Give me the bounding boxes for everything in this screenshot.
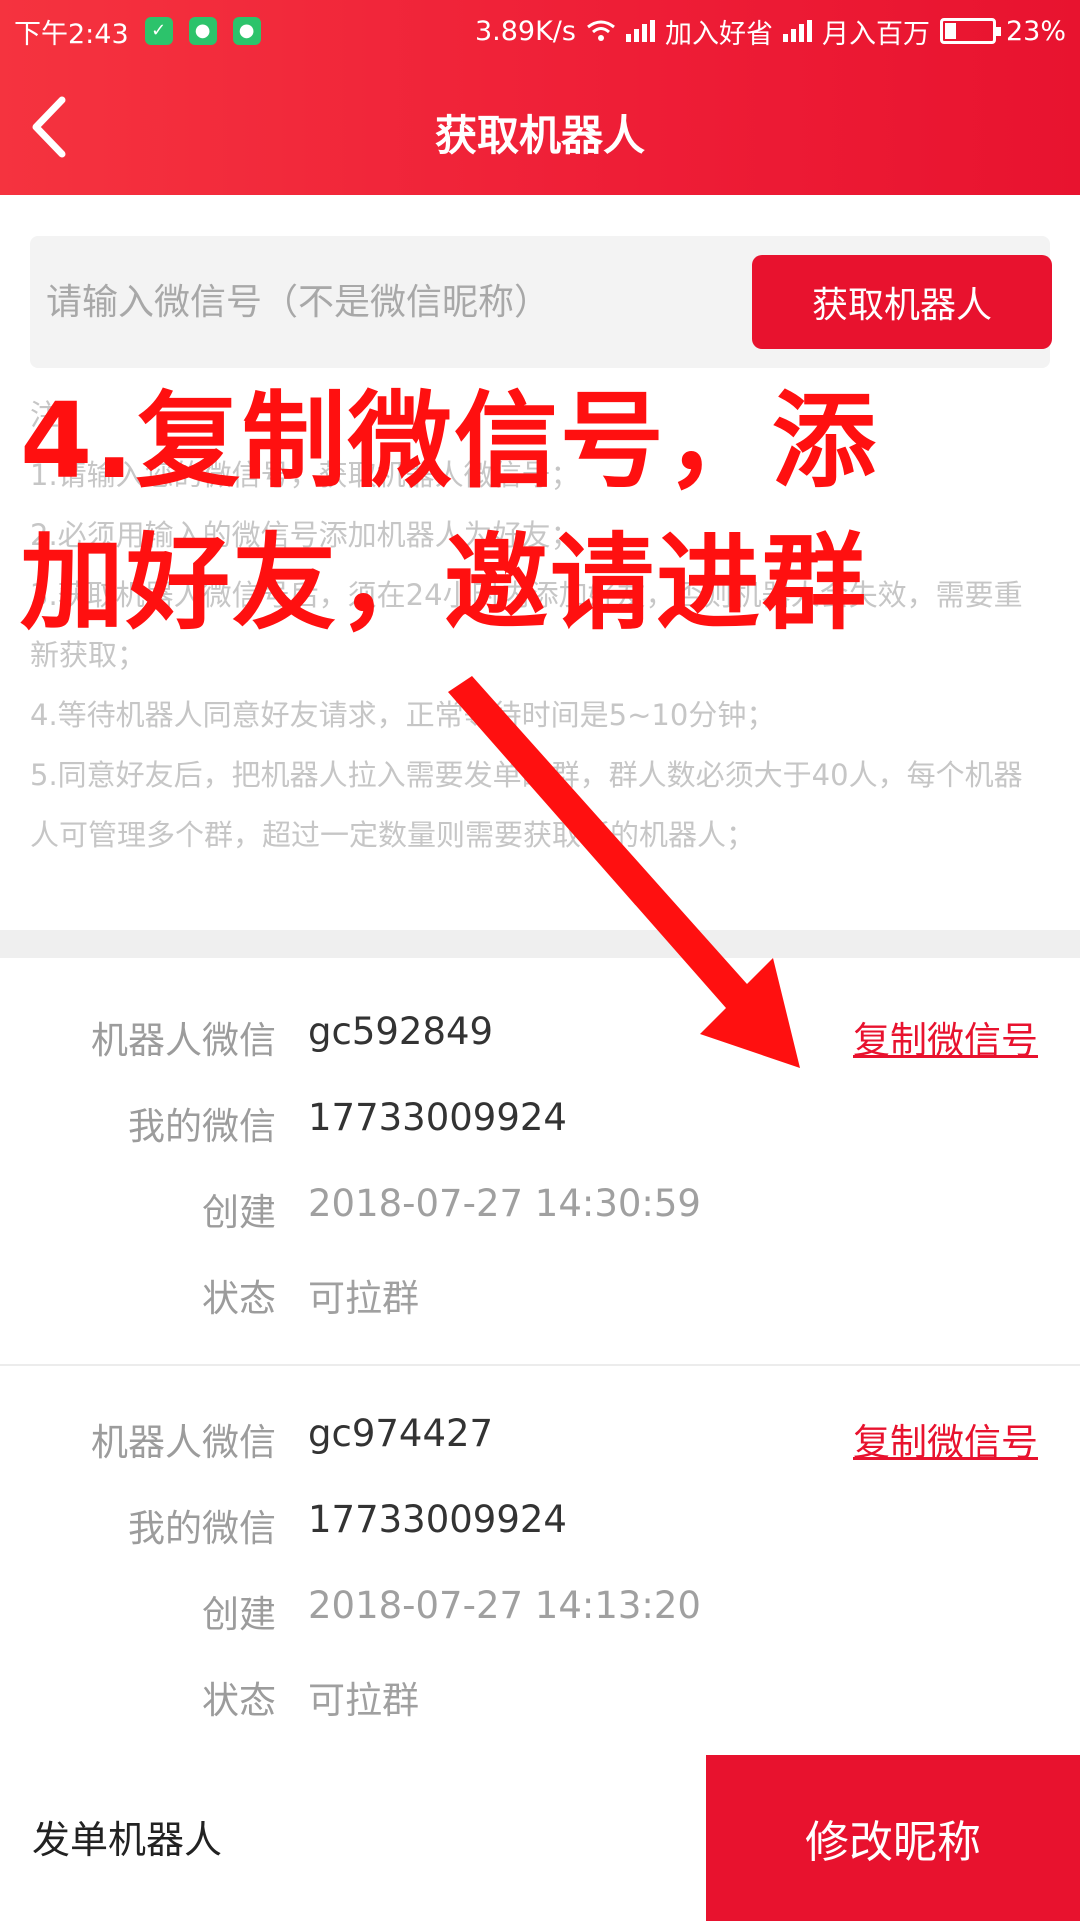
notification-app-icon: ✓: [144, 17, 173, 45]
my-wechat-label: 我的微信: [128, 1507, 276, 1550]
annotation-line: 4.复制微信号，添: [20, 380, 878, 502]
copy-wechat-link[interactable]: 复制微信号: [853, 1010, 1038, 1064]
carrier-name: 月入百万: [821, 18, 930, 50]
status-row: 状态 可拉群: [0, 1670, 1080, 1730]
bottom-label: 发单机器人: [32, 1818, 223, 1862]
robot-wechat-value: gc974427: [308, 1412, 494, 1455]
instruction-line: 4.等待机器人同意好友请求，正常等待时间是5~10分钟；: [30, 698, 776, 732]
created-row: 创建 2018-07-27 14:13:20: [0, 1584, 1080, 1644]
status-label: 状态: [202, 1277, 276, 1320]
my-wechat-row: 我的微信 17733009924: [0, 1096, 1080, 1156]
network-speed: 3.89K/s: [474, 15, 576, 47]
status-label: 状态: [202, 1679, 276, 1722]
wechat-icon: ●: [188, 17, 217, 45]
robot-card: 机器人微信 gc974427 复制微信号 我的微信 17733009924 创建…: [0, 1392, 1080, 1752]
robot-wechat-value: gc592849: [308, 1010, 494, 1053]
page-title: 获取机器人: [434, 111, 645, 160]
wechat-id-input[interactable]: [46, 264, 726, 340]
my-wechat-label: 我的微信: [128, 1105, 276, 1148]
signal-icon: [782, 20, 812, 42]
carrier-name: 加入好省: [664, 18, 773, 50]
robot-wechat-row: 机器人微信 gc974427 复制微信号: [0, 1412, 1080, 1472]
created-label: 创建: [202, 1191, 276, 1234]
robot-wechat-row: 机器人微信 gc592849 复制微信号: [0, 1010, 1080, 1070]
created-label: 创建: [202, 1593, 276, 1636]
section-divider: [0, 930, 1080, 958]
battery-icon: [939, 18, 1001, 44]
status-value: 可拉群: [308, 1277, 419, 1320]
my-wechat-value: 17733009924: [308, 1096, 567, 1139]
status-row: 状态 可拉群: [0, 1268, 1080, 1328]
copy-wechat-link[interactable]: 复制微信号: [853, 1412, 1038, 1466]
annotation-line: 加好友，邀请进群: [20, 522, 869, 644]
wechat-icon: ●: [232, 17, 261, 45]
get-robot-button[interactable]: 获取机器人: [752, 255, 1052, 349]
bottom-bar: 发单机器人 修改昵称: [0, 1755, 1080, 1921]
created-value: 2018-07-27 14:13:20: [308, 1584, 701, 1627]
wifi-icon: [587, 20, 615, 41]
annotation-text: 4.复制微信号，添 加好友，邀请进群: [20, 370, 1070, 654]
status-value: 可拉群: [308, 1679, 419, 1722]
my-wechat-value: 17733009924: [308, 1498, 567, 1541]
my-wechat-row: 我的微信 17733009924: [0, 1498, 1080, 1558]
robot-card: 机器人微信 gc592849 复制微信号 我的微信 17733009924 创建…: [0, 990, 1080, 1350]
robot-wechat-label: 机器人微信: [91, 1019, 276, 1062]
battery-percent: 23%: [1005, 15, 1066, 47]
navigation-bar: 获取机器人: [0, 62, 1080, 195]
created-row: 创建 2018-07-27 14:30:59: [0, 1182, 1080, 1242]
status-bar: 下午2:43 ✓ ● ● 3.89K/s 加入好省 月入百万 23%: [0, 0, 1080, 62]
search-box: 获取机器人: [30, 236, 1052, 368]
rename-button[interactable]: 修改昵称: [706, 1755, 1080, 1921]
signal-icon: [625, 20, 655, 42]
card-divider: [0, 1364, 1080, 1366]
instruction-line: 5.同意好友后，把机器人拉入需要发单的群，群人数必须大于40人，每个机器人可管理…: [30, 758, 1023, 852]
robot-wechat-label: 机器人微信: [91, 1421, 276, 1464]
status-time: 下午2:43: [14, 18, 129, 50]
created-value: 2018-07-27 14:30:59: [308, 1182, 701, 1225]
